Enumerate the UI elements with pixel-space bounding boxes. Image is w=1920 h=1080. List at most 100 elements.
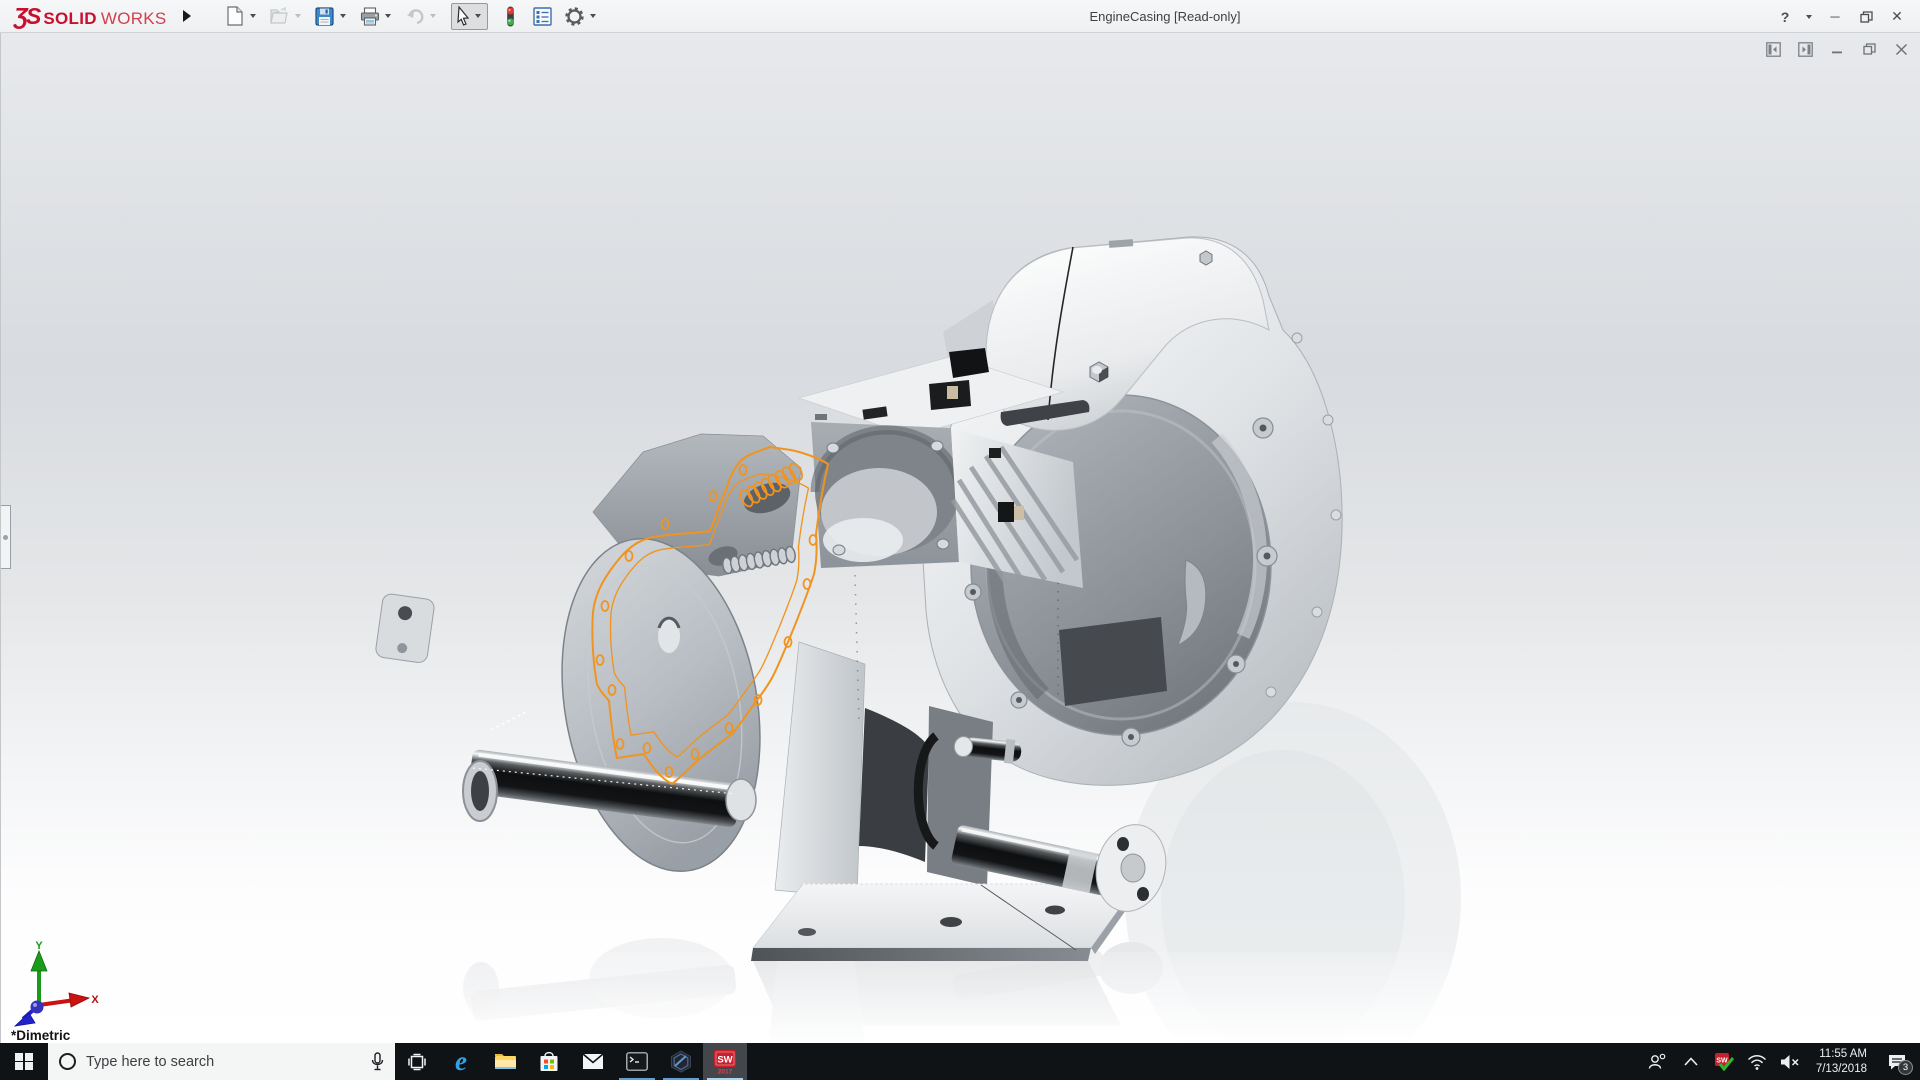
help-button[interactable]: ?	[1777, 5, 1793, 29]
main-toolbar	[223, 3, 600, 30]
windows-taskbar: e	[0, 1043, 1920, 1080]
triad-x-label: X	[91, 994, 99, 1006]
task-view-icon	[407, 1052, 427, 1072]
restore-icon	[1860, 11, 1873, 23]
save-button[interactable]	[313, 3, 337, 29]
save-floppy-icon	[315, 7, 334, 26]
taskbar-cmd-button[interactable]	[615, 1043, 659, 1080]
open-folder-icon	[270, 7, 290, 25]
doc-close-button[interactable]	[1892, 40, 1910, 58]
close-button[interactable]: ✕	[1886, 5, 1908, 29]
help-dropdown-caret-icon[interactable]	[1802, 4, 1815, 30]
dropdown-caret-icon[interactable]	[382, 3, 395, 29]
volume-muted-icon[interactable]	[1777, 1043, 1803, 1080]
doc-close-icon	[1895, 43, 1908, 56]
dropdown-caret-icon[interactable]	[337, 3, 350, 29]
taskbar-search-input[interactable]	[86, 1054, 361, 1070]
feature-panel-collapsed-tab[interactable]	[1, 505, 11, 569]
window-controls: ? ─ ✕	[1777, 0, 1908, 33]
solidworks-logo: ƷS SOLIDWORKS	[14, 3, 167, 30]
wifi-icon[interactable]	[1744, 1043, 1770, 1080]
triad-y-label: Y	[35, 940, 43, 952]
dropdown-caret-icon[interactable]	[292, 3, 305, 29]
new-document-icon	[226, 6, 244, 26]
document-window-controls	[1764, 40, 1910, 58]
notification-center-icon[interactable]: 3	[1880, 1043, 1914, 1080]
solidworks-logo-solid: SOLID	[43, 9, 96, 29]
taskbar-edrawings-button[interactable]	[659, 1043, 703, 1080]
printer-icon	[360, 7, 380, 26]
feature-list-button[interactable]	[531, 3, 555, 29]
edge-icon: e	[455, 1046, 467, 1077]
dropdown-caret-icon[interactable]	[247, 3, 260, 29]
expand-arrow-icon	[183, 10, 191, 22]
system-tray: SW 11:55 AM 7/13/201	[1645, 1043, 1920, 1080]
tray-time: 11:55 AM	[1816, 1047, 1867, 1062]
microphone-icon[interactable]	[371, 1052, 384, 1071]
edrawings-icon	[670, 1050, 692, 1073]
file-explorer-icon	[494, 1052, 517, 1071]
command-prompt-icon	[626, 1052, 648, 1071]
taskbar-search-box[interactable]	[48, 1043, 395, 1080]
orientation-triad: Y X	[5, 939, 101, 1031]
new-document-button[interactable]	[223, 3, 247, 29]
rebuild-stoplight-button[interactable]	[499, 3, 523, 29]
select-cursor-icon	[454, 6, 472, 26]
notification-badge: 3	[1898, 1060, 1913, 1075]
dropdown-caret-icon[interactable]	[427, 3, 440, 29]
graphics-area[interactable]: Y X *Dimetric	[0, 33, 1920, 1043]
pane-right-icon	[1798, 42, 1813, 57]
gear-icon	[564, 6, 585, 27]
solidworks-app-icon: SW 2017	[712, 1049, 738, 1075]
tray-clock[interactable]: 11:55 AM 7/13/2018	[1810, 1047, 1873, 1077]
document-title: EngineCasing [Read-only]	[1089, 0, 1240, 33]
cortana-icon	[59, 1053, 76, 1070]
people-icon[interactable]	[1645, 1043, 1671, 1080]
mail-icon	[582, 1053, 604, 1070]
taskbar-edge-button[interactable]: e	[439, 1043, 483, 1080]
panel-tab-dot-icon	[3, 535, 8, 540]
print-button[interactable]	[358, 3, 382, 29]
store-icon	[539, 1051, 559, 1072]
tray-sw-text: SW	[1716, 1058, 1728, 1065]
doc-restore-button[interactable]	[1860, 40, 1878, 58]
scene-root	[1, 33, 1920, 1043]
restore-button[interactable]	[1855, 5, 1877, 29]
doc-next-pane-button[interactable]	[1796, 40, 1814, 58]
start-button[interactable]	[0, 1043, 48, 1080]
taskbar-file-explorer-button[interactable]	[483, 1043, 527, 1080]
minimize-button[interactable]: ─	[1824, 5, 1846, 29]
sw-icon-text: SW	[717, 1054, 732, 1065]
sw-resource-monitor-icon[interactable]: SW	[1711, 1043, 1737, 1080]
dropdown-caret-icon[interactable]	[587, 3, 600, 29]
titlebar: ƷS SOLIDWORKS	[0, 0, 1920, 33]
pane-left-icon	[1766, 42, 1781, 57]
feature-list-icon	[533, 7, 552, 26]
taskbar-mail-button[interactable]	[571, 1043, 615, 1080]
model-scene	[1, 33, 1920, 1043]
solidworks-window: ƷS SOLIDWORKS	[0, 0, 1920, 1080]
doc-minimize-icon	[1831, 43, 1843, 55]
taskbar-solidworks-button[interactable]: SW 2017	[703, 1043, 747, 1080]
windows-logo-icon	[15, 1053, 33, 1071]
undo-arrow-icon	[405, 7, 425, 25]
solidworks-logo-works: WORKS	[101, 9, 167, 29]
tray-chevron-icon[interactable]	[1678, 1043, 1704, 1080]
solidworks-logo-mark: ƷS	[14, 3, 39, 30]
support-flange	[375, 593, 435, 664]
taskbar-store-button[interactable]	[527, 1043, 571, 1080]
tray-date: 7/13/2018	[1816, 1062, 1867, 1077]
doc-prev-pane-button[interactable]	[1764, 40, 1782, 58]
taskbar-task-view-button[interactable]	[395, 1043, 439, 1080]
dropdown-caret-icon[interactable]	[472, 3, 485, 29]
options-button[interactable]	[563, 3, 587, 29]
sw-icon-year: 2017	[718, 1068, 733, 1075]
doc-restore-icon	[1863, 43, 1876, 55]
open-button[interactable]	[268, 3, 292, 29]
select-tool-button[interactable]	[451, 3, 488, 30]
toolbar-expand-button[interactable]	[177, 4, 197, 28]
view-orientation-label: *Dimetric	[11, 1028, 70, 1043]
doc-minimize-button[interactable]	[1828, 40, 1846, 58]
base-plate	[751, 884, 1140, 961]
undo-button[interactable]	[403, 3, 427, 29]
